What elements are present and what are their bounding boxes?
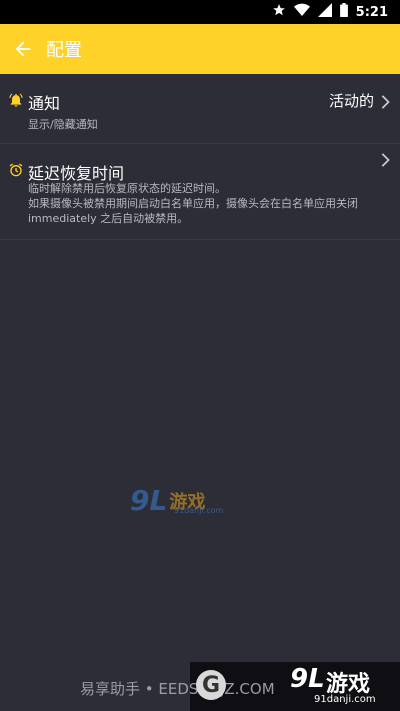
app-bar: 配置 xyxy=(0,24,400,74)
bottom-watermark: 易享助手 • EEDSHZJZ.COM G 9L 游戏 91danji.com xyxy=(0,662,400,711)
chevron-right-icon xyxy=(380,152,390,171)
watermark-url: 91danji.com xyxy=(174,506,224,515)
status-time: 5:21 xyxy=(355,4,388,20)
watermark-logo-mark: 9L xyxy=(130,484,168,517)
wifi-icon xyxy=(293,3,310,21)
arrow-left-icon xyxy=(15,41,31,57)
star-icon xyxy=(272,3,286,21)
chevron-right-icon xyxy=(380,94,390,113)
watermark-logo: 9L 游戏 91danji.com xyxy=(130,484,223,517)
back-button[interactable] xyxy=(0,24,46,74)
setting-notifications[interactable]: 通知 活动的 显示/隐藏通知 xyxy=(0,74,400,144)
brand-logo-mark: 9L xyxy=(290,664,325,694)
setting-delay-recovery[interactable]: 延迟恢复时间 临时解除禁用后恢复原状态的延迟时间。 如果摄像头被禁用期间启动白名… xyxy=(0,144,400,240)
g-logo-icon: G xyxy=(196,670,226,700)
alarm-clock-icon xyxy=(8,162,24,182)
bell-icon xyxy=(8,92,24,112)
setting-value: 活动的 xyxy=(328,92,374,110)
status-bar: 5:21 xyxy=(0,0,400,24)
signal-icon xyxy=(317,3,332,21)
brand-url: 91danji.com xyxy=(314,694,376,705)
battery-icon xyxy=(339,3,348,21)
page-title: 配置 xyxy=(46,40,82,61)
setting-description: 临时解除禁用后恢复原状态的延迟时间。 如果摄像头被禁用期间启动白名单应用，摄像头… xyxy=(28,182,358,225)
setting-title: 通知 xyxy=(28,94,61,113)
setting-subtitle: 显示/隐藏通知 xyxy=(28,118,98,131)
watermark-text: 易享助手 • EEDSHZJZ.COM xyxy=(80,680,275,698)
